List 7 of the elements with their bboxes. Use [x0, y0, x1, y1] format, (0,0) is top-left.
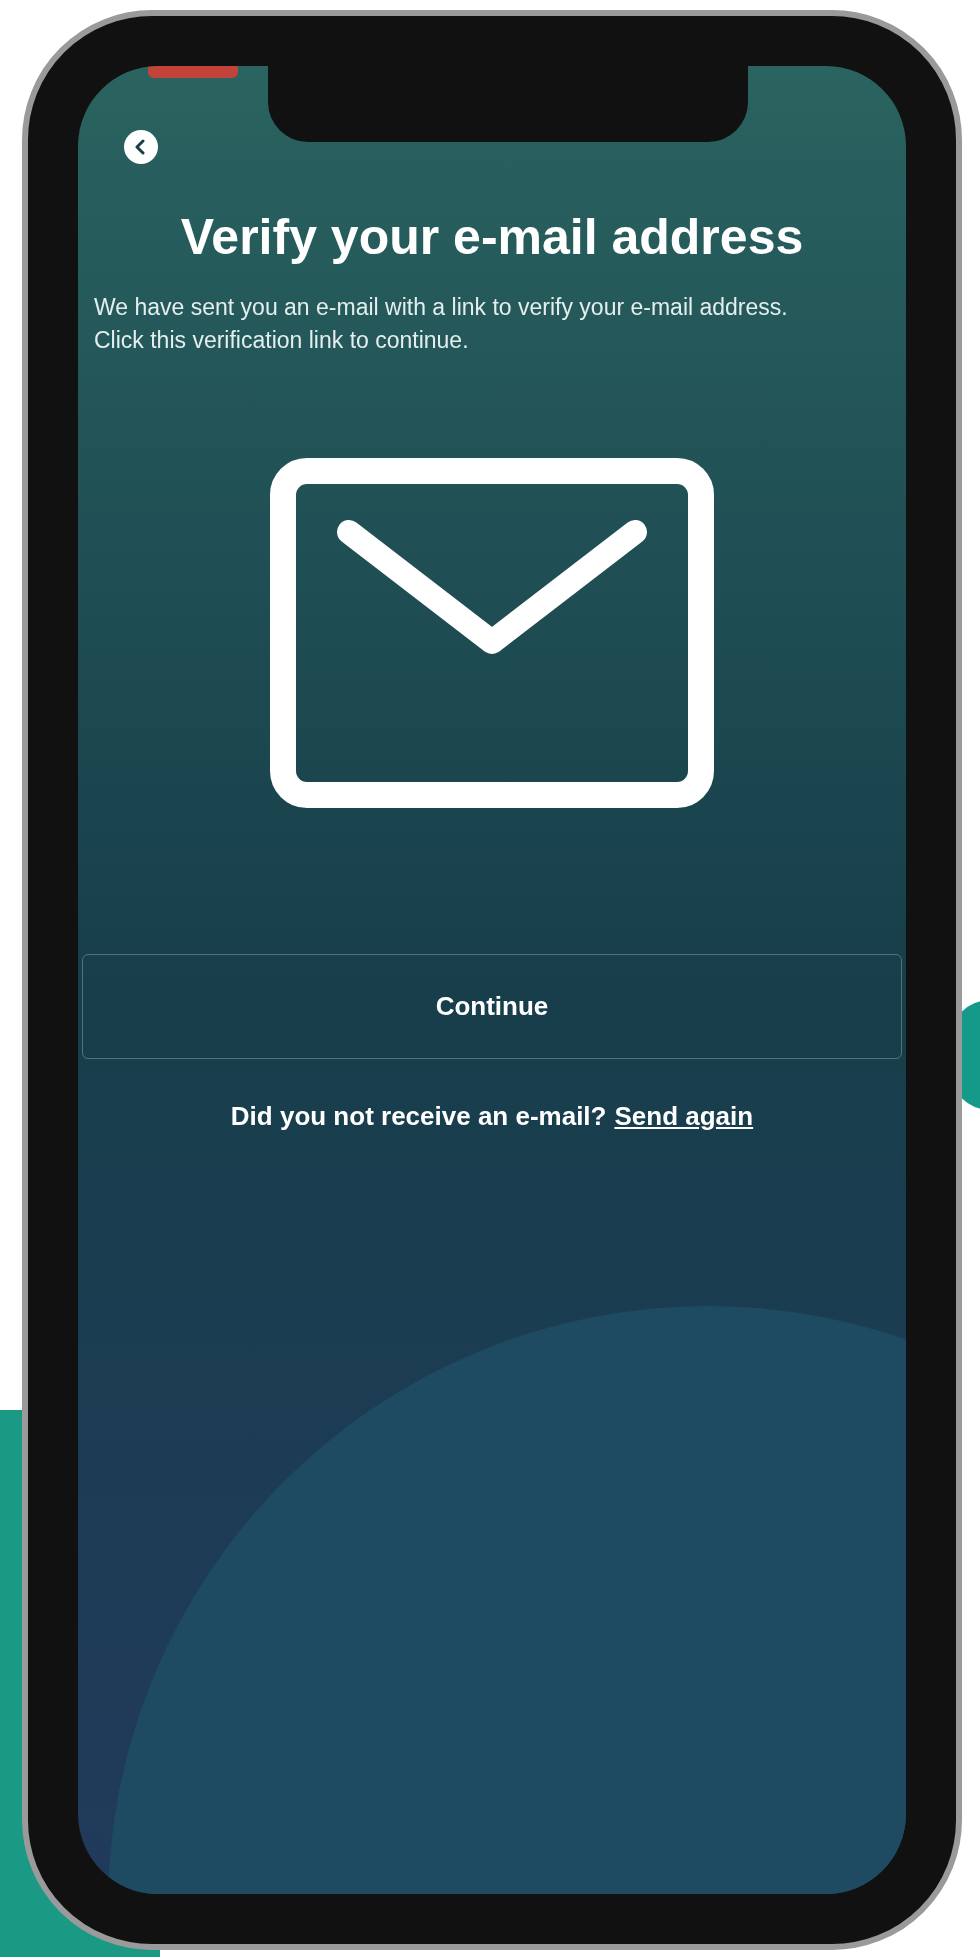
- send-again-link[interactable]: Send again: [614, 1096, 754, 1136]
- envelope-icon: [269, 456, 715, 809]
- continue-button[interactable]: Continue: [82, 953, 902, 1059]
- verification-message: We have sent you an e-mail with a link to verify your e-mail address. Click this verification link to continue.: [94, 292, 789, 355]
- screen-title: Verify your e-mail address: [180, 208, 804, 267]
- resend-prompt: Did you not receive an e-mail?: [230, 1099, 607, 1133]
- back-button[interactable]: [124, 130, 158, 164]
